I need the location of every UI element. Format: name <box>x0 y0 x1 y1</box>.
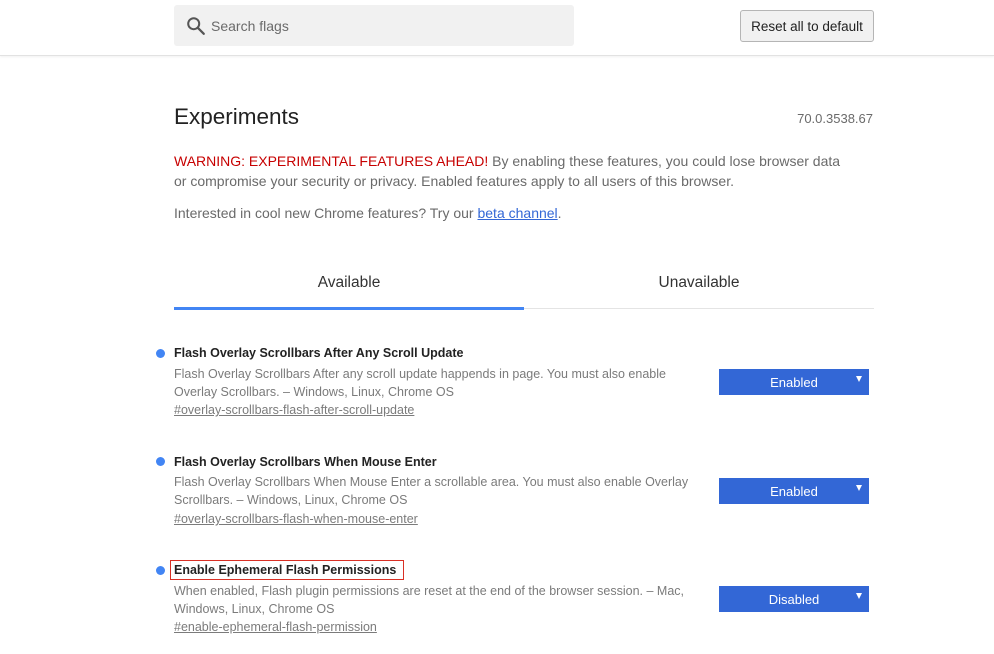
experiment-select[interactable]: Disabled <box>719 586 869 612</box>
version-label: 70.0.3538.67 <box>797 111 873 126</box>
promo-body: Interested in cool new Chrome features? … <box>174 205 478 221</box>
experiment-link[interactable]: #overlay-scrollbars-flash-when-mouse-ent… <box>174 512 418 526</box>
promo-text: Interested in cool new Chrome features? … <box>174 203 562 223</box>
search-box[interactable] <box>174 5 574 46</box>
search-input[interactable] <box>211 6 551 45</box>
select-value: Disabled <box>768 591 820 607</box>
dropdown-caret-icon <box>856 376 862 382</box>
experiment-title: Flash Overlay Scrollbars After Any Scrol… <box>174 346 464 360</box>
dropdown-caret-icon <box>856 485 862 491</box>
experiment-description: When enabled, Flash plugin permissions a… <box>174 584 684 616</box>
beta-channel-link[interactable]: beta channel <box>477 205 557 221</box>
top-header: Reset all to default <box>0 0 994 56</box>
warning-text: WARNING: EXPERIMENTAL FEATURES AHEAD! By… <box>174 151 854 191</box>
search-icon <box>187 16 205 35</box>
experiment-title: Flash Overlay Scrollbars When Mouse Ente… <box>174 455 437 469</box>
promo-end: . <box>557 205 562 221</box>
experiment-link[interactable]: #enable-ephemeral-flash-permission <box>174 620 377 634</box>
experiment-title: Enable Ephemeral Flash Permissions <box>170 560 405 580</box>
experiment-description: Flash Overlay Scrollbars After any scrol… <box>174 367 666 399</box>
tab-bar: Available Unavailable <box>174 264 874 310</box>
select-value: Enabled <box>770 483 818 499</box>
status-dot <box>156 349 165 358</box>
dropdown-caret-icon <box>856 593 862 599</box>
page-title: Experiments <box>174 104 300 129</box>
tab-unavailable[interactable]: Unavailable <box>524 264 874 309</box>
experiment-description: Flash Overlay Scrollbars When Mouse Ente… <box>174 475 689 507</box>
status-dot <box>156 457 165 466</box>
warning-strong: WARNING: EXPERIMENTAL FEATURES AHEAD! <box>174 153 489 169</box>
tab-available[interactable]: Available <box>174 264 524 310</box>
status-dot <box>156 566 165 575</box>
reset-all-button[interactable]: Reset all to default <box>740 10 874 42</box>
experiment-select[interactable]: Enabled <box>719 369 869 395</box>
experiment-link[interactable]: #overlay-scrollbars-flash-after-scroll-u… <box>174 403 414 417</box>
select-value: Enabled <box>770 374 818 390</box>
experiment-select[interactable]: Enabled <box>719 478 869 504</box>
